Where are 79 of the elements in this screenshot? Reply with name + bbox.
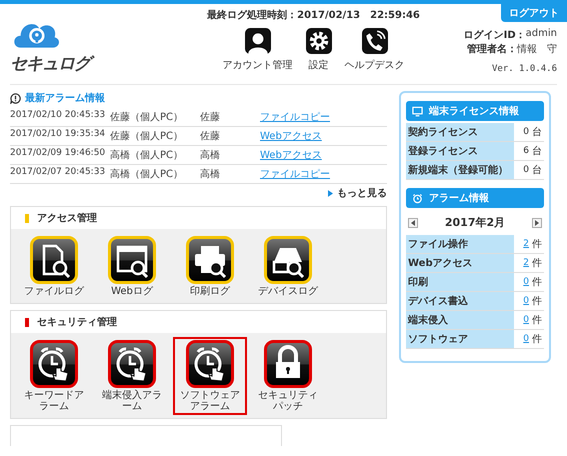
section-title: セキュリティ管理 xyxy=(37,316,117,329)
tile-button[interactable]: 端末侵入アラーム xyxy=(95,337,169,415)
month-label: 2017年2月 xyxy=(444,215,506,230)
unit-text: 件 xyxy=(532,276,543,289)
printer-search-icon xyxy=(186,236,234,284)
alarm-terminal: 高橋（個人PC） xyxy=(110,168,184,181)
unit-text: 台 xyxy=(532,144,543,158)
license-label: 新規端末（登録可能） xyxy=(406,161,514,179)
tile-button[interactable]: 印刷ログ xyxy=(173,233,247,300)
section-title: 最新アラーム情報 xyxy=(25,91,105,105)
unit-text: 件 xyxy=(532,333,543,346)
unit-text: 件 xyxy=(532,238,543,251)
login-id-value: admin xyxy=(526,28,557,41)
alarm-category-label: デバイス書込 xyxy=(406,292,514,310)
alarm-clock-hand-icon xyxy=(186,340,234,388)
logo-text: セキュログ xyxy=(10,52,180,75)
license-label: 契約ライセンス xyxy=(406,123,514,141)
alarm-terminal: 佐藤（個人PC） xyxy=(110,110,184,124)
alarm-terminal: 高橋（個人PC） xyxy=(110,148,184,162)
triangle-right-icon xyxy=(328,190,333,196)
tile-button[interactable]: セキュリティパッチ xyxy=(251,337,325,415)
alert-bubble-icon xyxy=(10,92,21,104)
unit-text: 台 xyxy=(532,126,543,139)
monitor-icon xyxy=(412,106,423,116)
tile-button[interactable]: ファイルログ xyxy=(17,233,91,300)
alarm-terminal: 佐藤（個人PC） xyxy=(110,130,184,143)
drive-search-icon xyxy=(264,236,312,284)
alarm-category-label: 端末侵入 xyxy=(406,311,514,329)
alarm-event-link[interactable]: Webアクセス xyxy=(260,129,322,143)
unit-text: 件 xyxy=(532,314,543,327)
alarm-time: 2017/02/07 20:45:33 xyxy=(10,167,106,179)
caret-right-icon xyxy=(535,220,539,226)
alarm-category-label: Webアクセス xyxy=(406,254,514,272)
admin-name-label: 管理者名： xyxy=(467,42,517,56)
next-month-button[interactable] xyxy=(532,218,542,228)
alarm-user: 佐藤 xyxy=(200,110,221,124)
alarm-time: 2017/02/10 20:45:33 xyxy=(10,110,106,122)
alarm-user: 高橋 xyxy=(200,148,221,162)
unit-text: 件 xyxy=(532,295,543,308)
more-link[interactable]: もっと見る xyxy=(337,186,387,200)
person-icon xyxy=(244,28,270,54)
unit-text: 台 xyxy=(532,164,543,177)
alarm-user: 佐藤 xyxy=(200,130,221,143)
nav-button[interactable]: アカウント管理 xyxy=(222,28,292,72)
document-search-icon xyxy=(30,236,78,284)
caret-left-icon xyxy=(411,220,415,226)
title-bar-text: 端末ライセンス情報 xyxy=(429,104,519,118)
title-bar-text: アラーム情報 xyxy=(429,192,489,205)
admin-name-value: 情報 守 xyxy=(517,42,557,56)
alarm-event-link[interactable]: Webアクセス xyxy=(260,148,322,162)
unit-text: 件 xyxy=(532,257,543,270)
tile-button[interactable]: デバイスログ xyxy=(251,233,325,300)
last-processed-time: 最終ログ処理時刻：2017/02/13 22:59:46 xyxy=(207,8,420,22)
license-label: 登録ライセンス xyxy=(406,142,514,160)
browser-search-icon xyxy=(108,236,156,284)
license-value: 6 xyxy=(522,146,530,156)
login-id-label: ログインID： xyxy=(464,29,526,42)
license-value: 0 xyxy=(522,127,530,137)
alarm-clock-icon xyxy=(412,192,423,204)
alarm-category-label: ソフトウェア xyxy=(406,330,514,348)
version-text: Ver. 1.0.4.6 xyxy=(492,64,557,74)
license-value: 0 xyxy=(522,165,530,175)
settings-icon xyxy=(306,28,332,54)
alarm-category-label: ファイル操作 xyxy=(406,235,514,253)
previous-month-button[interactable] xyxy=(408,218,418,228)
tile-button[interactable]: ソフトウェアアラーム xyxy=(173,337,247,415)
tile-button[interactable]: キーワードアラーム xyxy=(17,337,91,415)
alarm-time: 2017/02/09 19:46:50 xyxy=(10,148,106,160)
alarm-time: 2017/02/10 19:35:34 xyxy=(10,129,106,141)
nav-button[interactable]: ヘルプデスク xyxy=(344,28,404,72)
phone-icon xyxy=(362,28,388,54)
padlock-icon xyxy=(264,340,312,388)
alarm-user: 高橋 xyxy=(200,168,221,181)
nav-button[interactable]: 設定 xyxy=(298,28,338,72)
alarm-clock-hand-icon xyxy=(30,340,78,388)
section-title: アクセス管理 xyxy=(37,212,97,225)
alarm-clock-hand-icon xyxy=(108,340,156,388)
alarm-category-label: 印刷 xyxy=(406,273,514,291)
tile-button[interactable]: Webログ xyxy=(95,233,169,300)
